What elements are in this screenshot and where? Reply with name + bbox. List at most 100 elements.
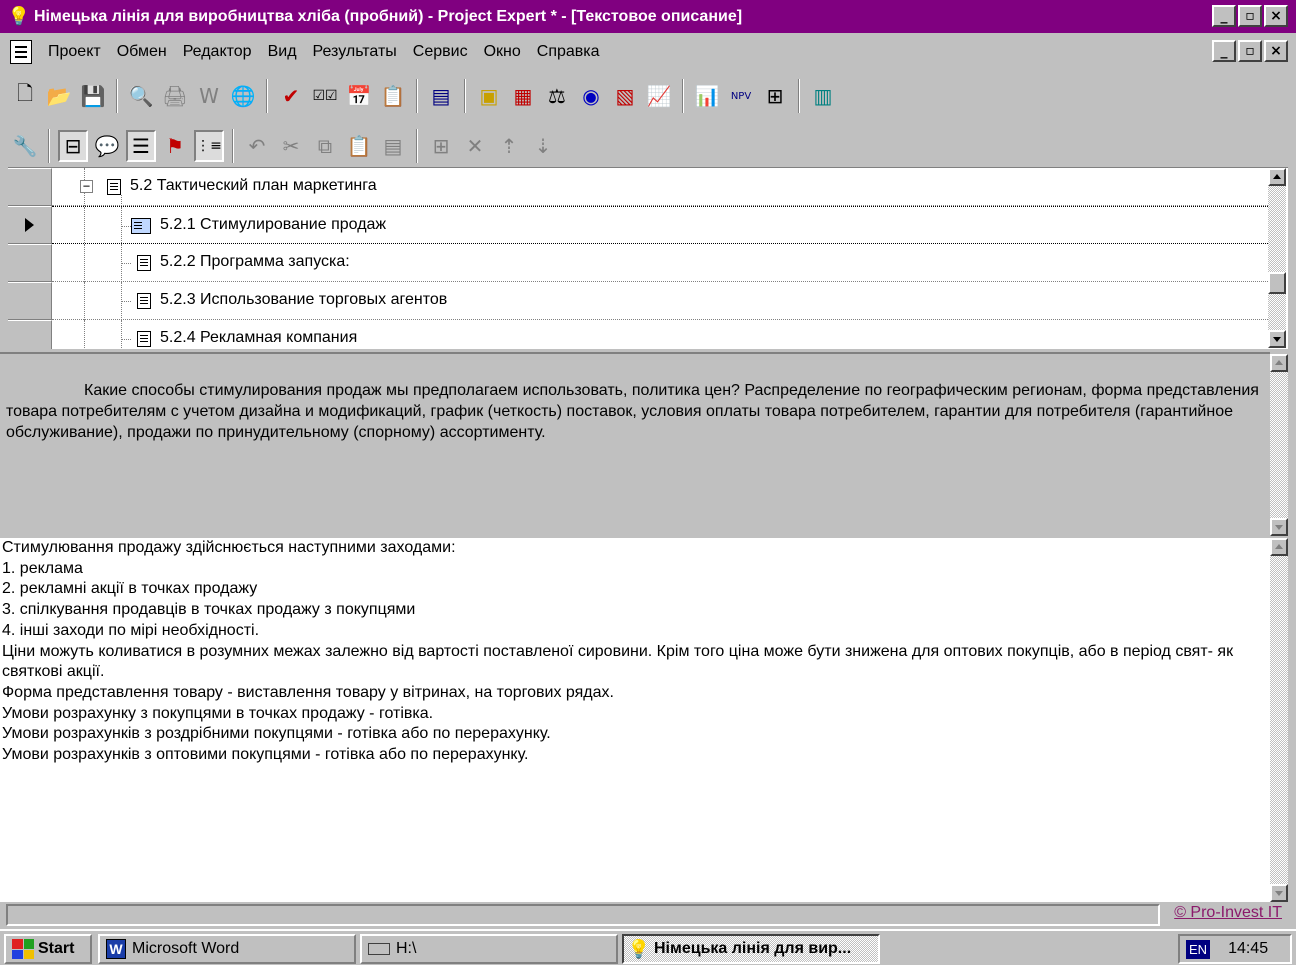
wrench-icon[interactable]: 🔧: [10, 130, 40, 162]
text-editor[interactable]: Стимулювання продажу здійснюється наступ…: [0, 538, 1270, 902]
tree-cell[interactable]: 5.2.1 Стимулирование продаж: [52, 206, 1268, 245]
npv-icon[interactable]: NPV: [726, 80, 756, 112]
copyright-link[interactable]: © Pro-Invest IT: [1174, 904, 1282, 922]
description-scrollbar[interactable]: [1270, 354, 1288, 536]
restore-button[interactable]: ▫: [1238, 5, 1262, 27]
drive-icon: [368, 943, 390, 955]
globe-icon[interactable]: 🌐: [228, 80, 258, 112]
tree-row[interactable]: 5.2.4 Рекламная компания: [8, 320, 1268, 349]
cut-icon[interactable]: ✂: [276, 130, 306, 162]
doc-close-button[interactable]: ×: [1264, 40, 1288, 62]
tree-connector: [121, 339, 131, 340]
new-document-icon[interactable]: 🗋: [10, 80, 40, 112]
scroll-up-button[interactable]: [1270, 538, 1288, 556]
close-button[interactable]: ×: [1264, 5, 1288, 27]
editor-line: 2. рекламні акції в точках продажу: [2, 580, 258, 598]
taskbar-item-drive[interactable]: H:\: [360, 934, 618, 964]
arrow-up-icon: [1273, 174, 1281, 179]
tree-cell[interactable]: − 5.2 Тактический план маркетинга: [52, 168, 1268, 206]
open-folder-icon[interactable]: 📂: [44, 80, 74, 112]
stamp-icon[interactable]: ⚑: [160, 130, 190, 162]
open-document-node-icon: [131, 218, 151, 234]
window-icon[interactable]: ▤: [426, 80, 456, 112]
check-icon[interactable]: ✔: [276, 80, 306, 112]
menu-service[interactable]: Сервис: [405, 43, 476, 61]
taskbar-item-project-expert[interactable]: 💡 Німецька лінія для вир...: [622, 934, 880, 964]
document-node-icon: [137, 255, 151, 271]
save-disk-icon[interactable]: 💾: [78, 80, 108, 112]
calendar-link-icon[interactable]: 📅: [344, 80, 374, 112]
format-icon[interactable]: ▤: [378, 130, 408, 162]
window-title: Німецька лінія для виробництва хліба (пр…: [34, 7, 743, 25]
minimize-button[interactable]: _: [1212, 5, 1236, 27]
menu-help[interactable]: Справка: [529, 43, 608, 61]
clipboard-icon[interactable]: 📋: [378, 80, 408, 112]
calculator-icon[interactable]: ▥: [808, 80, 838, 112]
tree-row[interactable]: − 5.2 Тактический план маркетинга: [8, 168, 1268, 206]
row-selector[interactable]: [8, 244, 52, 282]
tree-row[interactable]: 5.2.2 Программа запуска:: [8, 244, 1268, 282]
editor-line: Стимулювання продажу здійснюється наступ…: [2, 539, 456, 556]
print-icon[interactable]: 🖨: [160, 80, 190, 112]
comment-icon[interactable]: 💬: [92, 130, 122, 162]
lightbulb-icon: 💡: [7, 6, 31, 26]
menu-window[interactable]: Окно: [476, 43, 529, 61]
scroll-down-button[interactable]: [1270, 884, 1288, 902]
scroll-down-button[interactable]: [1268, 330, 1286, 348]
word-export-icon[interactable]: W: [194, 80, 224, 112]
start-button[interactable]: Start: [4, 934, 92, 964]
row-selector[interactable]: [8, 320, 52, 349]
tree-row[interactable]: 5.2.1 Стимулирование продаж: [8, 206, 1268, 245]
scroll-up-button[interactable]: [1268, 168, 1286, 186]
menu-editor[interactable]: Редактор: [175, 43, 260, 61]
checklist-icon[interactable]: ☑☑: [310, 80, 340, 112]
tree-view-icon[interactable]: ⊟: [58, 130, 88, 162]
start-label: Start: [38, 940, 75, 957]
delete-icon[interactable]: ✕: [460, 130, 490, 162]
language-indicator[interactable]: EN: [1186, 939, 1211, 959]
toolbar-separator: [116, 79, 118, 113]
toolbar-separator: [232, 129, 234, 163]
undo-icon[interactable]: ↶: [242, 130, 272, 162]
copy-icon[interactable]: ⧉: [310, 130, 340, 162]
network-icon[interactable]: ⊞: [760, 80, 790, 112]
tree-cell[interactable]: 5.2.4 Рекламная компания: [52, 320, 1268, 349]
table-icon[interactable]: ▣: [474, 80, 504, 112]
scroll-down-button[interactable]: [1270, 518, 1288, 536]
document-icon[interactable]: [10, 39, 32, 64]
clock[interactable]: 14:45: [1228, 940, 1268, 958]
tree-scrollbar[interactable]: [1268, 168, 1286, 348]
menu-exchange[interactable]: Обмен: [109, 43, 175, 61]
numbering-icon[interactable]: ⋮≡: [194, 130, 224, 162]
print-preview-icon[interactable]: 🔍: [126, 80, 156, 112]
graph-icon[interactable]: 📈: [644, 80, 674, 112]
menu-project[interactable]: Проект: [40, 43, 109, 61]
move-up-icon[interactable]: ⇡: [494, 130, 524, 162]
move-down-icon[interactable]: ⇣: [528, 130, 558, 162]
balance-scale-icon[interactable]: ⚖: [542, 80, 572, 112]
scroll-up-button[interactable]: [1270, 354, 1288, 372]
row-selector[interactable]: [8, 168, 52, 206]
menu-view[interactable]: Вид: [260, 43, 305, 61]
bar-chart-icon[interactable]: 📊: [692, 80, 722, 112]
scroll-thumb[interactable]: [1268, 272, 1286, 294]
menu-results[interactable]: Результаты: [305, 43, 405, 61]
doc-restore-button[interactable]: ▫: [1238, 40, 1262, 62]
tree-row[interactable]: 5.2.3 Использование торговых агентов: [8, 282, 1268, 320]
chart-cf-icon[interactable]: ▦: [508, 80, 538, 112]
report-icon[interactable]: ▧: [610, 80, 640, 112]
analysis-icon[interactable]: ◉: [576, 80, 606, 112]
doc-minimize-button[interactable]: _: [1212, 40, 1236, 62]
toolbar-separator: [416, 129, 418, 163]
row-selector[interactable]: [8, 206, 52, 244]
paste-icon[interactable]: 📋: [344, 130, 374, 162]
document-node-icon: [137, 293, 151, 309]
editor-scrollbar[interactable]: [1270, 538, 1288, 902]
row-selector[interactable]: [8, 282, 52, 320]
list-view-icon[interactable]: ☰: [126, 130, 156, 162]
taskbar-item-word[interactable]: W Microsoft Word: [98, 934, 356, 964]
tree-cell[interactable]: 5.2.2 Программа запуска:: [52, 244, 1268, 282]
collapse-icon[interactable]: −: [80, 180, 93, 193]
move-node-icon[interactable]: ⊞: [426, 130, 456, 162]
tree-cell[interactable]: 5.2.3 Использование торговых агентов: [52, 282, 1268, 320]
